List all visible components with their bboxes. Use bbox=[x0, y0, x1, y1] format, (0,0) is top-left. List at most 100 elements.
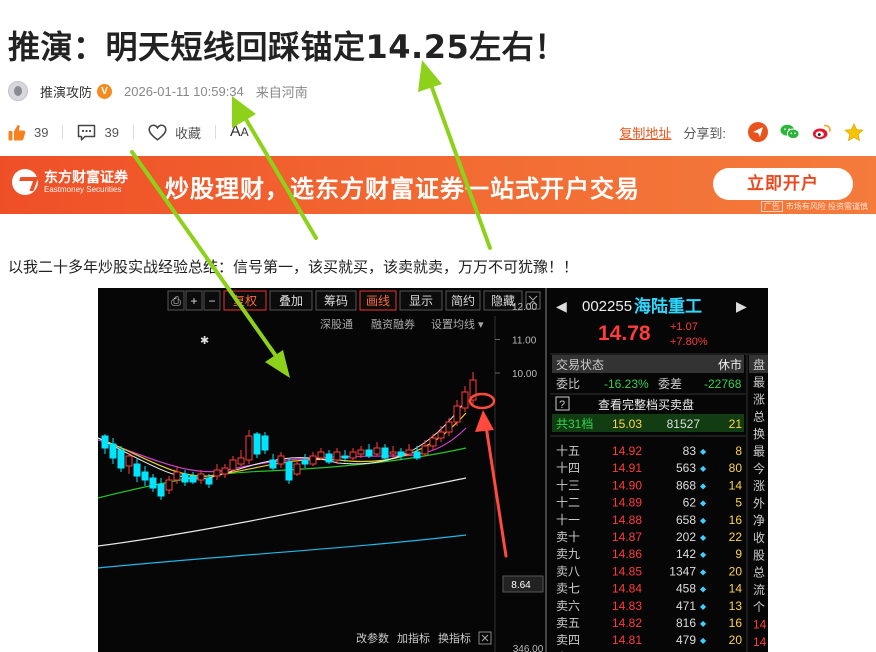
stock-name: 海陆重工 bbox=[634, 296, 702, 316]
chart-bottom-button[interactable]: 加指标 bbox=[397, 631, 430, 645]
ma-line-5 bbox=[98, 399, 467, 480]
wechat-icon[interactable] bbox=[780, 122, 800, 142]
candlestick bbox=[413, 446, 421, 460]
ask-flag-icon: ◆ bbox=[700, 464, 707, 473]
chart-toolbar-button[interactable]: − bbox=[203, 290, 221, 311]
candlestick bbox=[373, 442, 381, 456]
like-button[interactable]: 39 bbox=[8, 124, 48, 141]
chart-toolbar-button[interactable]: ⎙ bbox=[167, 290, 185, 311]
candlestick bbox=[317, 448, 325, 460]
stock-price: 14.78 bbox=[598, 322, 651, 345]
chart-toolbar-button[interactable]: 叠加 bbox=[269, 290, 313, 311]
price-axis-label: 10.00 bbox=[512, 369, 537, 380]
ask-volume: 202 bbox=[676, 530, 696, 544]
total-row-volume: 81527 bbox=[667, 417, 701, 431]
ask-level-label: 卖六 bbox=[556, 599, 580, 613]
side-column-label: 今 bbox=[753, 461, 765, 476]
candle-body bbox=[197, 473, 205, 481]
candle-body bbox=[285, 461, 293, 481]
candlestick bbox=[181, 470, 189, 486]
ask-count: 20 bbox=[729, 564, 743, 578]
ask-price: 14.85 bbox=[612, 564, 642, 578]
chart-toolbar-button[interactable]: 筹码 bbox=[315, 290, 357, 311]
candle-body bbox=[469, 379, 477, 401]
candlestick bbox=[469, 372, 477, 404]
ask-count: 9 bbox=[735, 547, 742, 561]
ask-level-label: 卖九 bbox=[556, 547, 580, 561]
candle-body bbox=[253, 433, 261, 455]
share-area: 复制地址 分享到: bbox=[619, 122, 864, 142]
price-axis-label: 11.00 bbox=[512, 336, 537, 347]
author-avatar[interactable] bbox=[8, 81, 28, 101]
chart-toolbar-button[interactable]: + bbox=[185, 290, 203, 311]
order-book-row: 卖八 14.85 1347 ◆ 20 bbox=[556, 564, 742, 578]
candlestick bbox=[197, 470, 205, 484]
full-order-book-link[interactable]: 查看完整档买卖盘 bbox=[598, 397, 694, 412]
chart-bottom-button[interactable]: 改参数 bbox=[356, 631, 389, 645]
candle-body bbox=[109, 443, 117, 459]
candle-body bbox=[237, 457, 245, 465]
ask-price: 14.88 bbox=[612, 513, 642, 527]
toolbar-button-label: − bbox=[208, 294, 215, 308]
chart-toolbar-button[interactable]: 画线 bbox=[359, 290, 397, 311]
candlestick bbox=[213, 464, 221, 480]
side-column-label: 最 bbox=[753, 445, 765, 459]
candlestick bbox=[293, 460, 301, 476]
side-column-label: 净 bbox=[753, 514, 765, 528]
side-column-label: 流 bbox=[753, 583, 765, 597]
author-name[interactable]: 推演攻防 bbox=[40, 82, 92, 101]
article-title: 推演：明天短线回踩锚定14.25左右！ bbox=[8, 28, 567, 66]
favorite-button[interactable]: 收藏 bbox=[148, 123, 201, 142]
weibi-label: 委比 bbox=[556, 377, 580, 391]
candle-body bbox=[405, 449, 413, 455]
banner-disclaimer: 广告 市场有风险 投资需谨慎 bbox=[760, 201, 868, 212]
ask-volume: 458 bbox=[676, 582, 696, 596]
ask-count: 16 bbox=[729, 513, 743, 527]
candle-body bbox=[221, 467, 229, 475]
ask-count: 5 bbox=[735, 496, 742, 510]
open-account-button[interactable]: 立即开户 bbox=[713, 168, 853, 200]
chart-toolbar-button[interactable]: 显示 bbox=[399, 290, 443, 311]
candlestick bbox=[269, 454, 277, 470]
side-column-label: 总 bbox=[753, 410, 765, 424]
ask-flag-icon: ◆ bbox=[700, 602, 707, 611]
ask-level-label: 十四 bbox=[556, 461, 580, 475]
ask-count: 16 bbox=[729, 616, 743, 630]
font-size-button[interactable]: AA bbox=[230, 123, 249, 141]
ask-price: 14.92 bbox=[612, 444, 642, 458]
candle-body bbox=[333, 451, 341, 461]
side-column-label: 14 bbox=[753, 635, 767, 649]
candlestick bbox=[157, 478, 165, 500]
ad-banner[interactable]: 东方财富证券 Eastmoney Securities 炒股理财，选东方财富证券… bbox=[0, 156, 876, 214]
qzone-star-icon[interactable] bbox=[844, 122, 864, 142]
weicha-value: -22768 bbox=[704, 377, 742, 391]
side-column-label: 个 bbox=[753, 600, 765, 614]
chart-subtoolbar-item: 深股通 bbox=[320, 318, 353, 331]
chart-bottom-button[interactable]: 换指标 bbox=[438, 631, 471, 645]
chart-toolbar-button[interactable]: 简约 bbox=[445, 290, 481, 311]
chart-toolbar-button[interactable]: 复权 bbox=[223, 290, 267, 311]
candle-body bbox=[189, 475, 197, 483]
candle-body bbox=[309, 455, 317, 465]
candle-body bbox=[245, 435, 253, 461]
candlestick bbox=[229, 456, 237, 472]
side-column-label: 最 bbox=[753, 375, 765, 389]
candlestick bbox=[429, 434, 437, 450]
candle-body bbox=[213, 469, 221, 477]
candlestick bbox=[325, 450, 333, 464]
ask-price: 14.82 bbox=[612, 616, 642, 630]
send-icon[interactable] bbox=[748, 122, 768, 142]
order-book-row: 卖九 14.86 142 ◆ 9 bbox=[556, 547, 742, 561]
candlestick bbox=[461, 386, 469, 412]
font-size-large: A bbox=[229, 123, 241, 140]
order-book-row: 十五 14.92 83 ◆ 8 bbox=[556, 444, 742, 458]
risk-note: 市场有风险 投资需谨慎 bbox=[785, 202, 868, 211]
comment-button[interactable]: 39 bbox=[77, 124, 119, 141]
ask-flag-icon: ◆ bbox=[700, 533, 707, 542]
side-column-label: 外 bbox=[753, 496, 765, 510]
ask-level-label: 十一 bbox=[556, 513, 580, 527]
candle-body bbox=[101, 435, 109, 449]
weibo-icon[interactable] bbox=[812, 122, 832, 142]
ask-count: 8 bbox=[735, 444, 742, 458]
copy-link-button[interactable]: 复制地址 bbox=[619, 123, 671, 142]
